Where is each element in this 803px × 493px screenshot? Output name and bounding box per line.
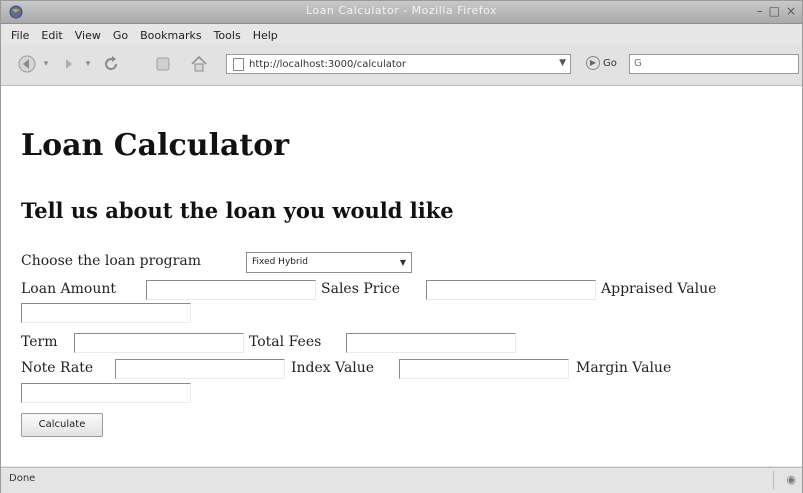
status-divider [773, 471, 774, 489]
page-title: Loan Calculator [21, 128, 290, 163]
menu-go[interactable]: Go [107, 26, 134, 42]
note-rate-field[interactable] [115, 359, 285, 379]
menu-help[interactable]: Help [247, 26, 284, 42]
window-controls: – □ × [751, 4, 796, 18]
forward-arrow-icon [66, 59, 72, 69]
forward-button[interactable] [56, 53, 80, 75]
address-bar[interactable]: http://localhost:3000/calculator ▼ [226, 54, 571, 74]
status-text: Done [9, 473, 36, 484]
reload-button[interactable] [99, 53, 123, 75]
navigation-toolbar: ▾ ▾ http://localhost:3000/calculator ▼ ▶… [1, 45, 802, 86]
menu-file[interactable]: File [1, 26, 35, 42]
home-button[interactable] [187, 53, 211, 75]
margin-value-label: Margin Value [576, 360, 672, 376]
loan-amount-label: Loan Amount [21, 281, 117, 297]
total-fees-label: Total Fees [249, 334, 322, 350]
title-bar: Loan Calculator - Mozilla Firefox – □ × [1, 1, 802, 24]
calculate-button[interactable]: Calculate [21, 413, 103, 437]
close-button[interactable]: × [786, 4, 796, 18]
menu-bar: File Edit View Go Bookmarks Tools Help [1, 24, 802, 44]
status-bar: Done ◉ [1, 467, 802, 493]
go-label: Go [603, 57, 617, 69]
page-subtitle: Tell us about the loan you would like [21, 198, 454, 223]
go-button[interactable]: ▶ Go [586, 56, 617, 70]
url-dropdown-icon[interactable]: ▼ [559, 58, 566, 68]
term-label: Term [21, 334, 58, 350]
back-dropdown-icon[interactable]: ▾ [41, 53, 51, 75]
index-value-label: Index Value [291, 360, 375, 376]
menu-bookmarks[interactable]: Bookmarks [134, 26, 207, 42]
loan-program-label: Choose the loan program [21, 253, 201, 269]
back-arrow-icon [18, 55, 36, 73]
window-title: Loan Calculator - Mozilla Firefox [305, 4, 497, 17]
appraised-value-label: Appraised Value [601, 281, 717, 297]
page-content: Loan Calculator Tell us about the loan y… [1, 86, 802, 466]
browser-window: Loan Calculator - Mozilla Firefox – □ × Fi… [0, 0, 803, 493]
menu-tools[interactable]: Tools [208, 26, 247, 42]
go-arrow-icon: ▶ [586, 56, 600, 70]
back-button[interactable] [15, 53, 39, 75]
stop-button[interactable] [151, 53, 175, 75]
note-rate-label: Note Rate [21, 360, 94, 376]
loan-amount-field[interactable] [146, 280, 316, 300]
sales-price-field[interactable] [426, 280, 596, 300]
total-fees-field[interactable] [346, 333, 516, 353]
term-field[interactable] [74, 333, 244, 353]
page-icon [233, 57, 244, 71]
margin-value-field[interactable] [21, 383, 191, 403]
sales-price-label: Sales Price [321, 281, 401, 297]
loan-program-select[interactable]: Fixed Hybrid ▼ [246, 252, 412, 273]
status-indicator-icon: ◉ [786, 473, 796, 486]
index-value-field[interactable] [399, 359, 569, 379]
stop-icon [156, 57, 170, 71]
url-text: http://localhost:3000/calculator [249, 58, 407, 70]
maximize-button[interactable]: □ [769, 4, 780, 18]
loan-program-value: Fixed Hybrid [252, 257, 308, 267]
search-input[interactable]: G [629, 54, 799, 74]
minimize-button[interactable]: – [757, 4, 763, 18]
home-icon [191, 55, 207, 72]
reload-icon [105, 56, 118, 71]
menu-view[interactable]: View [69, 26, 107, 42]
select-arrow-icon: ▼ [399, 258, 407, 267]
forward-dropdown-icon[interactable]: ▾ [83, 53, 93, 75]
appraised-value-field[interactable] [21, 303, 191, 323]
menu-edit[interactable]: Edit [35, 26, 68, 42]
